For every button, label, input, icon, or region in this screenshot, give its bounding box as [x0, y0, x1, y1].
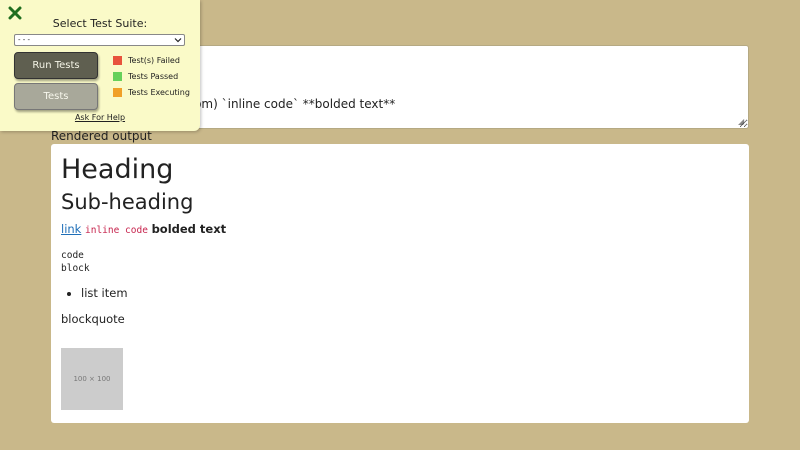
passed-swatch [113, 72, 122, 81]
image-placeholder: 100 × 100 [61, 348, 123, 410]
page: # Heading ## Sub-heading [link](http://e… [0, 0, 800, 450]
ask-for-help-link[interactable]: Ask For Help [0, 113, 200, 122]
tests-button[interactable]: Tests [14, 83, 98, 110]
rendered-inline-line: link inline code bolded text [61, 221, 739, 239]
rendered-output-label: Rendered output [51, 129, 152, 143]
test-suite-select[interactable]: - - - [14, 34, 185, 46]
image-placeholder-label: 100 × 100 [73, 375, 111, 383]
list-item: list item [81, 285, 739, 301]
rendered-list: list item [61, 285, 739, 301]
executing-swatch [113, 88, 122, 97]
suite-title: Select Test Suite: [52, 17, 148, 30]
legend-executing-label: Tests Executing [128, 88, 190, 97]
run-tests-button[interactable]: Run Tests [14, 52, 98, 79]
rendered-subheading: Sub-heading [61, 190, 194, 214]
rendered-output-panel: Heading Sub-heading link inline code bol… [51, 144, 749, 423]
test-suite-panel: Select Test Suite: - - - Run Tests Tests… [0, 0, 200, 131]
legend-passed-label: Tests Passed [128, 72, 179, 81]
resize-handle-icon[interactable]: ◢ [738, 118, 746, 126]
rendered-bold-text: bolded text [151, 222, 227, 236]
rendered-blockquote: blockquote [61, 312, 125, 326]
rendered-link[interactable]: link [61, 222, 81, 236]
legend-failed-label: Test(s) Failed [128, 56, 180, 65]
chevron-down-icon [174, 38, 182, 43]
rendered-heading: Heading [61, 154, 174, 185]
legend-executing: Tests Executing [113, 88, 190, 97]
rendered-code-block: code block [61, 250, 90, 274]
legend-passed: Tests Passed [113, 72, 178, 81]
failed-swatch [113, 56, 122, 65]
legend-failed: Test(s) Failed [113, 56, 180, 65]
rendered-inline-code: inline code [85, 225, 148, 236]
suite-select-value: - - - [18, 36, 31, 44]
